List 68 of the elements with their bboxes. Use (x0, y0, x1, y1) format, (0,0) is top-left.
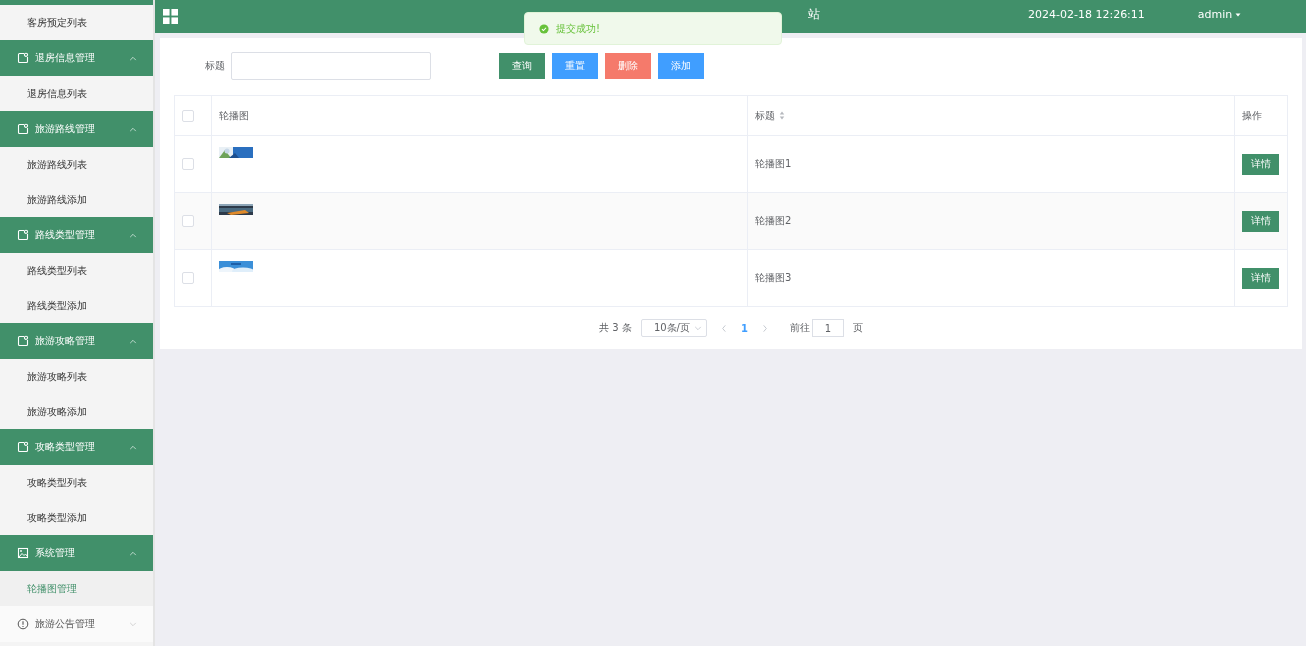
checkbox[interactable] (182, 158, 194, 170)
page-input[interactable]: 1 (811, 319, 844, 337)
menu-item[interactable]: 旅游路线列表 (0, 147, 153, 182)
menu-item[interactable]: 轮播图管理 (0, 571, 153, 606)
goto-label: 前往 (789, 321, 810, 335)
page-suffix: 页 (852, 321, 863, 335)
menu-icon[interactable] (163, 9, 178, 24)
column-header: 操作 (1242, 108, 1262, 123)
details-button[interactable]: 详情 (1242, 153, 1279, 175)
menu-group-header[interactable]: 退房信息管理 (0, 40, 153, 76)
date-time: 2024-02-18 12:26:11 (1028, 8, 1145, 21)
next-page-icon[interactable] (761, 323, 768, 333)
checkbox[interactable] (182, 272, 194, 284)
sort-icon[interactable] (779, 111, 785, 120)
toast-message: 提交成功! (556, 21, 600, 36)
action-button[interactable]: 删除 (605, 53, 651, 79)
table-cell: 轮播图3 (755, 271, 792, 285)
menu-item[interactable]: 攻略类型列表 (0, 465, 153, 500)
chevron-up-icon (129, 126, 137, 132)
document-icon (17, 441, 29, 453)
site-title: 站 (808, 6, 820, 23)
total-count: 共 3 条 (599, 321, 632, 335)
checkbox[interactable] (182, 109, 194, 122)
image-icon (17, 547, 29, 559)
field-label: 标题 (205, 59, 225, 73)
document-icon (17, 123, 29, 135)
column-header: 轮播图 (219, 108, 249, 123)
document-icon (17, 229, 29, 241)
chevron-up-icon (129, 338, 137, 344)
chevron-up-icon (129, 550, 137, 556)
chevron-up-icon (129, 232, 137, 238)
menu-group-header[interactable]: 旅游路线管理 (0, 111, 153, 147)
checkbox[interactable] (182, 215, 194, 227)
document-icon (17, 52, 29, 64)
menu-item[interactable]: 旅游攻略添加 (0, 394, 153, 429)
menu-item[interactable]: 客房预定列表 (0, 5, 153, 40)
menu-item[interactable]: 路线类型添加 (0, 288, 153, 323)
document-icon (17, 335, 29, 347)
user-menu[interactable]: admin (1197, 8, 1242, 21)
chevron-down-icon (693, 325, 702, 331)
action-button[interactable]: 重置 (552, 53, 598, 79)
chevron-down-icon (129, 621, 137, 627)
title-input[interactable] (231, 52, 431, 80)
caret-icon (1235, 12, 1242, 17)
menu-item[interactable]: 旅游路线添加 (0, 182, 153, 217)
chevron-up-icon (129, 444, 137, 450)
previous-page-icon[interactable] (720, 323, 727, 333)
page-number[interactable]: 1 (740, 322, 748, 334)
menu-item[interactable]: 退房信息列表 (0, 76, 153, 111)
table-cell: 轮播图2 (755, 214, 792, 228)
menu-group-header[interactable]: 系统管理 (0, 535, 153, 571)
menu-item[interactable]: 攻略类型添加 (0, 500, 153, 535)
menu-group-header[interactable]: 旅游攻略管理 (0, 323, 153, 359)
table-cell: 轮播图1 (755, 157, 792, 171)
menu-group-header[interactable]: 攻略类型管理 (0, 429, 153, 465)
menu-group-header[interactable]: 路线类型管理 (0, 217, 153, 253)
info-icon (17, 618, 29, 630)
column-header[interactable]: 标题 (755, 108, 775, 123)
action-button[interactable]: 添加 (658, 53, 704, 79)
page-size-select[interactable]: 10条/页 (640, 319, 707, 337)
menu-item[interactable]: 旅游攻略列表 (0, 359, 153, 394)
details-button[interactable]: 详情 (1242, 210, 1279, 232)
details-button[interactable]: 详情 (1242, 267, 1279, 289)
chevron-up-icon (129, 55, 137, 61)
action-button[interactable]: 查询 (499, 53, 545, 79)
menu-group-header[interactable]: 旅游公告管理 (0, 606, 153, 642)
check-circle-icon (539, 23, 549, 34)
menu-item[interactable]: 路线类型列表 (0, 253, 153, 288)
